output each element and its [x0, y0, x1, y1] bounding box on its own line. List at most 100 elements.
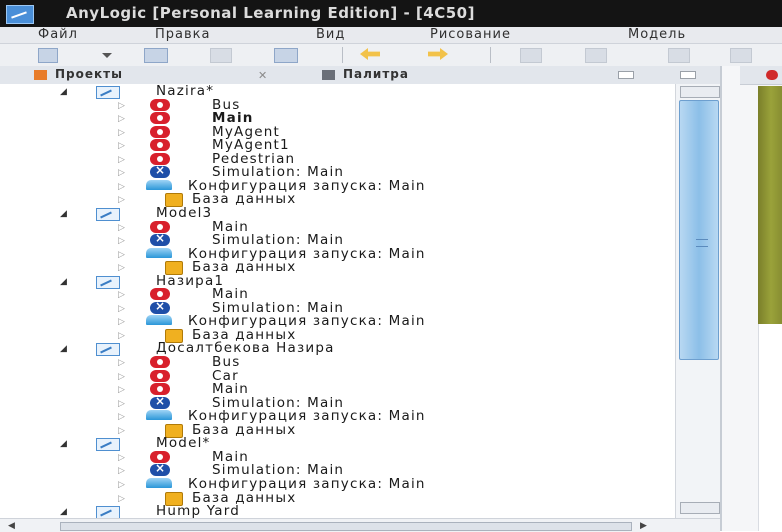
expand-arrow-icon[interactable]: ▷ [118, 140, 126, 153]
copy-icon[interactable] [585, 48, 607, 63]
tree-node-label: Hump Yard [156, 503, 241, 518]
tree-node-agent[interactable]: ▷ MyAgent1 [0, 138, 675, 153]
graphical-editor-canvas-blank[interactable] [758, 324, 782, 531]
expand-arrow-icon[interactable]: ▷ [118, 425, 126, 438]
new-model-icon[interactable] [38, 48, 58, 63]
run-configuration-icon [146, 247, 172, 258]
expand-arrow-icon[interactable]: ▷ [118, 316, 126, 329]
expand-arrow-icon[interactable]: ▷ [118, 235, 126, 248]
expand-arrow-icon[interactable]: ▷ [118, 289, 126, 302]
collapse-arrow-icon[interactable]: ◢ [60, 438, 68, 451]
expand-arrow-icon[interactable]: ▷ [118, 479, 126, 492]
agent-type-icon [150, 356, 170, 368]
horizontal-scroll-thumb[interactable] [60, 522, 632, 531]
horizontal-scrollbar[interactable]: ◀ ▶ [0, 518, 720, 532]
scroll-right-icon[interactable]: ▶ [640, 521, 647, 531]
collapse-arrow-icon[interactable]: ◢ [60, 86, 68, 99]
expand-arrow-icon[interactable]: ▷ [118, 113, 126, 126]
tree-node-run[interactable]: ▷ Конфигурация запуска: Main [0, 179, 675, 194]
tree-node-model[interactable]: ◢ Hump Yard [0, 503, 675, 518]
tree-node-agent[interactable]: ▷ Bus [0, 98, 675, 113]
open-icon[interactable] [144, 48, 168, 63]
tree-node-agent[interactable]: ▷ Bus [0, 355, 675, 370]
anylogic-logo-icon [6, 5, 34, 24]
expand-arrow-icon[interactable]: ▷ [118, 398, 126, 411]
expand-arrow-icon[interactable]: ▷ [118, 194, 126, 207]
expand-arrow-icon[interactable]: ▷ [118, 330, 126, 343]
tree-node-run[interactable]: ▷ Конфигурация запуска: Main [0, 247, 675, 262]
expand-arrow-icon[interactable]: ▷ [118, 452, 126, 465]
title-bar: AnyLogic [Personal Learning Edition] - [… [0, 0, 782, 27]
tree-node-model[interactable]: ◢ Назира1 [0, 274, 675, 289]
tree-node-agent[interactable]: ▷ MyAgent [0, 125, 675, 140]
maximize-icon[interactable] [680, 71, 696, 79]
tree-node-db[interactable]: ▷ База данных [0, 423, 675, 438]
tab-palette-label: Палитра [343, 67, 409, 81]
expand-arrow-icon[interactable]: ▷ [118, 411, 126, 424]
expand-arrow-icon[interactable]: ▷ [118, 262, 126, 275]
paste-icon[interactable] [668, 48, 690, 63]
expand-arrow-icon[interactable]: ▷ [118, 127, 126, 140]
save-icon[interactable] [210, 48, 232, 63]
tree-node-db[interactable]: ▷ База данных [0, 328, 675, 343]
minimize-icon[interactable] [618, 71, 634, 79]
tree-node-db[interactable]: ▷ База данных [0, 491, 675, 506]
tree-node-agent[interactable]: ▷ Car [0, 369, 675, 384]
run-configuration-icon [146, 179, 172, 190]
vertical-scrollbar[interactable] [675, 84, 721, 518]
tree-node-run[interactable]: ▷ Конфигурация запуска: Main [0, 409, 675, 424]
collapse-arrow-icon[interactable]: ◢ [60, 343, 68, 356]
graphical-editor-canvas[interactable] [758, 86, 782, 324]
menu-draw[interactable]: Рисование [430, 27, 511, 42]
expand-arrow-icon[interactable]: ▷ [118, 384, 126, 397]
expand-arrow-icon[interactable]: ▷ [118, 100, 126, 113]
scroll-left-icon[interactable]: ◀ [8, 521, 15, 531]
expand-arrow-icon[interactable]: ▷ [118, 371, 126, 384]
tree-node-label: Конфигурация запуска: Main [188, 475, 426, 492]
expand-arrow-icon[interactable]: ▷ [118, 357, 126, 370]
expand-arrow-icon[interactable]: ▷ [118, 249, 126, 262]
tree-node-model[interactable]: ◢ Model3 [0, 206, 675, 221]
tree-node-model[interactable]: ◢ Досалтбекова Назира [0, 342, 675, 357]
expand-arrow-icon[interactable]: ▷ [118, 154, 126, 167]
delete-icon[interactable] [730, 48, 752, 63]
collapse-arrow-icon[interactable]: ◢ [60, 506, 68, 518]
tree-node-db[interactable]: ▷ База данных [0, 260, 675, 276]
collapse-arrow-icon[interactable]: ◢ [60, 276, 68, 289]
expand-arrow-icon[interactable]: ▷ [118, 222, 126, 235]
close-icon[interactable]: ✕ [258, 69, 267, 82]
tab-palette[interactable]: Палитра [322, 67, 409, 83]
expand-arrow-icon[interactable]: ▷ [118, 167, 126, 180]
tab-projects[interactable]: Проекты [34, 67, 123, 83]
expand-arrow-icon[interactable]: ▷ [118, 303, 126, 316]
cut-icon[interactable] [520, 48, 542, 63]
tree-node-run[interactable]: ▷ Конфигурация запуска: Main [0, 315, 675, 329]
scroll-thumb[interactable] [679, 100, 719, 360]
expand-arrow-icon[interactable]: ▷ [118, 493, 126, 506]
menu-file[interactable]: Файл [38, 27, 78, 42]
chevron-down-icon[interactable] [102, 53, 112, 58]
tree-node-model[interactable]: ◢ Model* [0, 437, 675, 452]
tree-node-db[interactable]: ▷ База данных [0, 193, 675, 208]
agent-type-icon [150, 139, 170, 152]
scroll-up-button[interactable] [680, 86, 720, 98]
projects-tree[interactable]: ◢ Nazira* ▷ Bus ▷ Main ▷ MyAgent ▷ MyAgent1 ▷ Pedes… [0, 84, 675, 518]
menu-view[interactable]: Вид [316, 27, 345, 42]
toolbar [0, 44, 782, 67]
tree-node-model[interactable]: ◢ Nazira* [0, 84, 675, 99]
expand-arrow-icon[interactable]: ▷ [118, 181, 126, 194]
menu-model[interactable]: Модель [628, 27, 686, 42]
collapse-arrow-icon[interactable]: ◢ [60, 208, 68, 221]
expand-arrow-icon[interactable]: ▷ [118, 465, 126, 478]
editor-tab[interactable] [740, 66, 782, 85]
forward-arrow-icon[interactable] [428, 48, 448, 60]
model-icon [96, 207, 120, 221]
agent-type-icon [766, 70, 778, 80]
tree-node-agent[interactable]: ▷ Main [0, 111, 675, 126]
run-configuration-icon [146, 315, 172, 326]
menu-edit[interactable]: Правка [155, 27, 210, 42]
save-all-icon[interactable] [274, 48, 298, 63]
scroll-down-button[interactable] [680, 502, 720, 514]
back-arrow-icon[interactable] [360, 48, 380, 60]
tree-node-run[interactable]: ▷ Конфигурация запуска: Main [0, 475, 675, 492]
